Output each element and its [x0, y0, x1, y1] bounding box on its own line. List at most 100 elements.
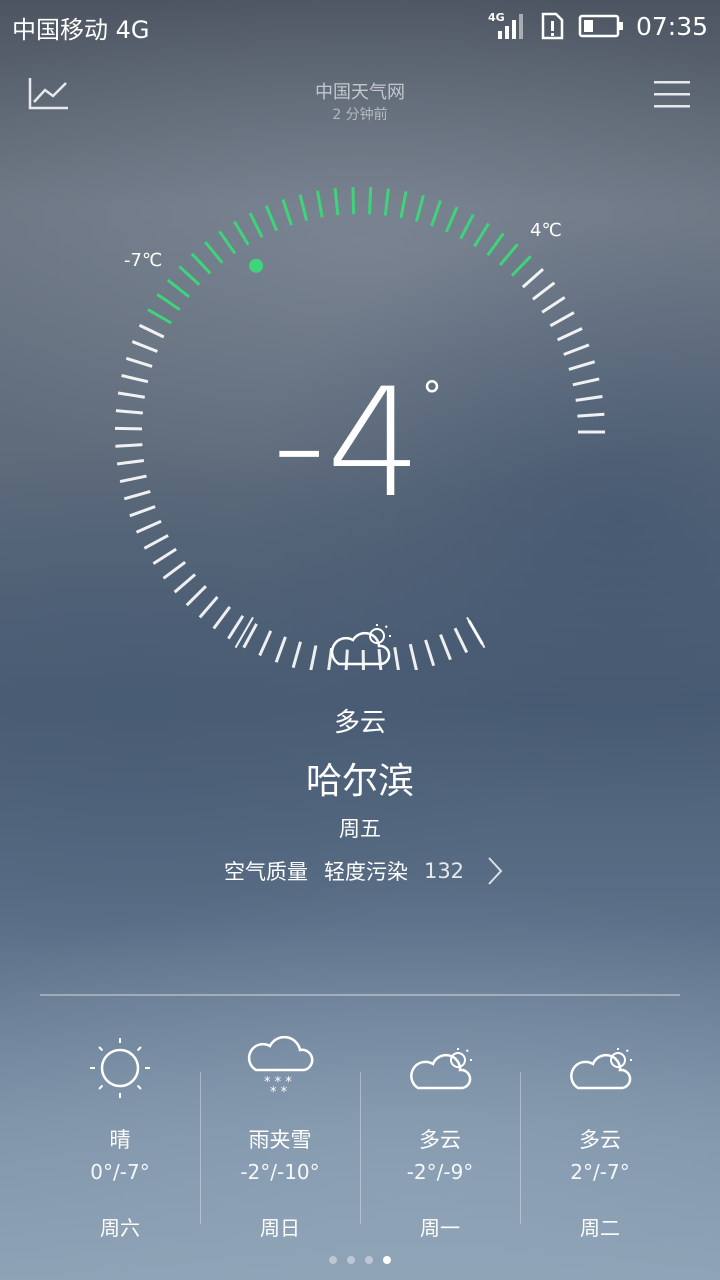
dial-tick — [309, 645, 318, 670]
degree-symbol: ° — [422, 374, 442, 420]
current-temp-marker — [249, 258, 264, 273]
forecast-range: -2°/-10° — [240, 1160, 320, 1184]
dial-tick — [166, 278, 190, 298]
dial-tick — [577, 412, 605, 418]
forecast-condition: 雨夹雪 — [248, 1128, 312, 1152]
dial-tick — [117, 391, 146, 399]
dial-tick — [131, 340, 158, 353]
aqi-label: 空气质量 — [223, 860, 308, 884]
forecast-weekday: 周日 — [260, 1216, 300, 1240]
dial-tick — [121, 374, 149, 384]
gauge-high-label: 4℃ — [530, 220, 562, 241]
page-dot[interactable] — [329, 1256, 337, 1264]
dial-tick — [444, 206, 459, 233]
dial-tick — [393, 646, 400, 670]
dial-tick — [242, 623, 258, 649]
dial-tick — [453, 627, 469, 654]
dial-tick — [541, 296, 566, 314]
partly-cloudy-icon — [570, 1048, 632, 1090]
partly-cloudy-icon — [410, 1048, 472, 1090]
sleet-icon: * * * * * — [247, 1035, 314, 1098]
dial-tick — [439, 634, 452, 661]
clock: 07:35 — [635, 11, 708, 41]
dial-tick — [351, 187, 356, 215]
dial-tick — [291, 641, 302, 669]
update-time: 2 分钟前 — [332, 107, 388, 123]
forecast-day[interactable]: * * * * * 雨夹雪 -2°/-10° 周日 — [200, 1030, 360, 1240]
dial-tick — [125, 356, 153, 368]
signal-icon: 4G — [488, 11, 523, 39]
current-weekday: 周五 — [339, 817, 381, 841]
data-source-title: 中国天气网 — [315, 82, 405, 103]
dial-tick — [549, 311, 575, 328]
forecast-range: 0°/-7° — [90, 1160, 150, 1184]
sim-alert-icon — [541, 12, 564, 40]
gauge-low-label: -7℃ — [124, 250, 163, 271]
dial-tick — [135, 519, 162, 534]
dial-tick — [147, 308, 172, 325]
forecast-day[interactable]: 多云 2°/-7° 周二 — [520, 1030, 680, 1240]
forecast-range: 2°/-7° — [570, 1160, 630, 1184]
dial-tick — [248, 212, 264, 238]
dial-tick — [532, 281, 556, 301]
dial-tick — [298, 194, 309, 221]
current-condition: 多云 — [333, 708, 386, 738]
dial-tick — [152, 547, 177, 565]
dial-tick — [473, 222, 490, 248]
dial-tick — [399, 191, 408, 219]
dial-tick — [204, 241, 224, 264]
aqi-level: 轻度污染 — [323, 860, 408, 884]
dial-tick — [123, 490, 151, 501]
dial-tick — [486, 232, 505, 257]
dial-tick — [138, 323, 165, 339]
status-bar: 中国移动 4G 4G 07:35 — [0, 0, 720, 52]
dial-tick — [414, 194, 425, 222]
dial-tick — [459, 213, 475, 240]
status-icons: 4G 07:35 — [488, 8, 708, 44]
dial-tick — [143, 534, 169, 550]
forecast-day[interactable]: 多云 -2°/-9° 周一 — [360, 1030, 520, 1240]
menu-icon[interactable] — [652, 78, 692, 110]
svg-text:* *: * * — [270, 1085, 288, 1098]
dial-tick — [115, 409, 143, 415]
chevron-right-icon[interactable] — [486, 856, 504, 886]
dial-tick — [498, 243, 519, 266]
dial-tick — [510, 255, 532, 277]
dial-tick — [424, 639, 436, 667]
dial-tick — [119, 474, 147, 484]
dial-tick — [556, 327, 583, 342]
dial-tick — [178, 265, 201, 286]
dial-tick — [575, 395, 603, 402]
page-dot[interactable] — [347, 1256, 355, 1264]
current-temperature-value: -4 — [272, 357, 422, 530]
air-quality-row[interactable]: 空气质量 轻度污染 132 — [0, 856, 720, 886]
dial-tick — [281, 198, 293, 226]
battery-icon — [578, 14, 623, 38]
dial-tick — [162, 560, 187, 580]
dial-tick — [430, 200, 442, 227]
city-name: 哈尔滨 — [305, 761, 414, 802]
dial-tick — [218, 230, 237, 255]
aqi-value: 132 — [423, 859, 465, 883]
forecast-divider — [40, 994, 680, 996]
dial-tick — [227, 615, 245, 640]
forecast-weekday: 周六 — [100, 1216, 140, 1240]
dial-tick — [563, 343, 590, 356]
page-dot[interactable] — [383, 1256, 391, 1264]
forecast-range: -2°/-9° — [406, 1160, 474, 1184]
dial-tick — [274, 636, 287, 663]
dial-end-tick — [466, 616, 486, 649]
forecast-weekday: 周二 — [580, 1216, 620, 1240]
page-dot[interactable] — [365, 1256, 373, 1264]
carrier-label: 中国移动 4G — [12, 16, 150, 44]
network-badge: 4G — [488, 11, 505, 24]
dial-tick — [258, 630, 273, 657]
dial-tick — [264, 205, 278, 232]
forecast-day[interactable]: 晴 0°/-7° 周六 — [40, 1030, 200, 1240]
dial-tick — [568, 360, 596, 371]
dial-tick — [198, 595, 219, 619]
dial-tick — [315, 190, 324, 218]
forecast-strip: 晴 0°/-7° 周六 * * * * * 雨夹雪 -2°/-10° 周日 多云… — [40, 1030, 680, 1240]
forecast-condition: 多云 — [579, 1128, 621, 1152]
forecast-condition: 多云 — [419, 1128, 461, 1152]
